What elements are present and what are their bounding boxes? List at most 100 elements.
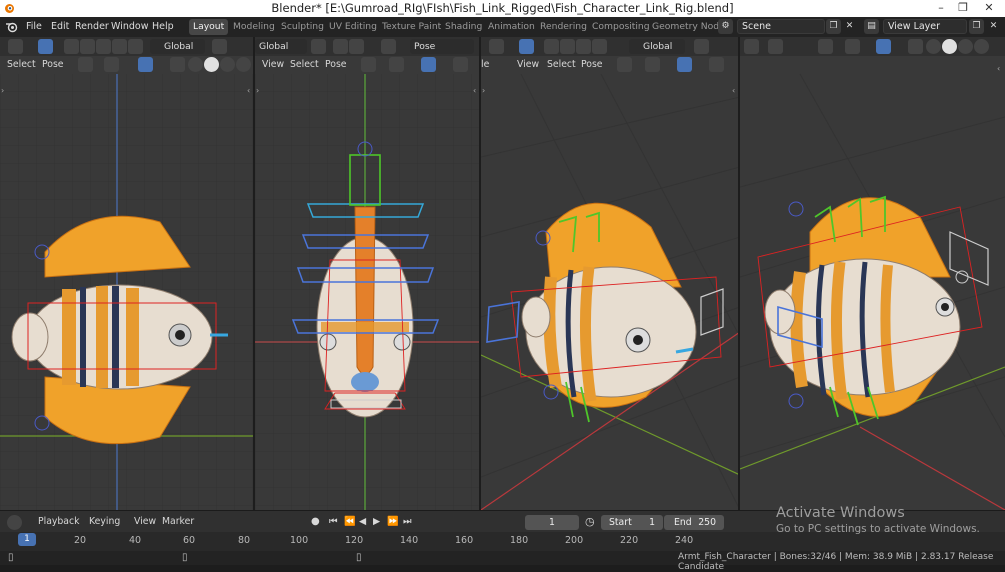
overlay-icon[interactable]	[421, 57, 436, 72]
select-mode-extend-icon[interactable]	[560, 39, 575, 54]
sidebar-expand-icon[interactable]: ‹	[732, 86, 738, 96]
tab-texture-paint[interactable]: Texture Paint	[378, 19, 445, 35]
select-tool-icon[interactable]	[38, 39, 53, 54]
overlay-icon[interactable]	[677, 57, 692, 72]
tab-layout[interactable]: Layout	[189, 19, 229, 35]
view-layer-new-icon[interactable]: ❐	[969, 19, 984, 34]
menu-render[interactable]: Render	[75, 21, 109, 32]
gizmo-icon[interactable]	[645, 57, 660, 72]
pivot-icon[interactable]	[694, 39, 709, 54]
menu-marker[interactable]: Marker	[162, 516, 194, 527]
sidebar-expand-icon[interactable]: ‹	[247, 86, 253, 96]
view-layer-remove-icon[interactable]: ✕	[986, 19, 1001, 34]
overlay-icon[interactable]	[876, 39, 891, 54]
menu-playback[interactable]: Playback	[38, 516, 79, 527]
menu-select[interactable]: Select	[547, 57, 576, 72]
tab-modeling[interactable]: Modeling	[229, 19, 279, 35]
current-frame-marker[interactable]: 1	[18, 533, 36, 546]
overlay-icon[interactable]	[138, 57, 153, 72]
menu-select[interactable]: Select	[290, 57, 319, 72]
play-reverse-icon[interactable]: ◀	[359, 516, 366, 527]
menu-edit[interactable]: Edit	[51, 21, 69, 32]
menu-pose[interactable]: Pose	[325, 57, 347, 72]
prev-keyframe-icon[interactable]: ⏪	[344, 516, 356, 527]
tab-shading[interactable]: Shading	[441, 19, 486, 35]
menu-help[interactable]: Help	[152, 21, 174, 32]
menu-keying[interactable]: Keying	[89, 516, 120, 527]
snap-icon[interactable]	[333, 39, 348, 54]
editor-type-icon[interactable]	[8, 39, 23, 54]
xray-icon[interactable]	[709, 57, 724, 72]
visibility-icon[interactable]	[361, 57, 376, 72]
tab-uv-editing[interactable]: UV Editing	[325, 19, 381, 35]
tab-compositing[interactable]: Compositing	[588, 19, 654, 35]
menu-select[interactable]: Select	[7, 57, 36, 72]
view-layer-field[interactable]: View Layer	[883, 19, 967, 34]
shading-material-icon[interactable]	[958, 39, 973, 54]
viewport-left[interactable]: Global Select Pose › ‹	[0, 37, 255, 510]
select-mode-invert-icon[interactable]	[112, 39, 127, 54]
xray-icon[interactable]	[170, 57, 185, 72]
gizmo-icon[interactable]	[104, 57, 119, 72]
close-icon[interactable]: ✕	[974, 0, 1004, 17]
select-mode-subtract-icon[interactable]	[576, 39, 591, 54]
gizmo-icon[interactable]	[845, 39, 860, 54]
visibility-icon[interactable]	[818, 39, 833, 54]
select-mode-extend-icon[interactable]	[80, 39, 95, 54]
pose-options-dropdown[interactable]: Pose Options	[410, 39, 474, 67]
select-tool-icon[interactable]	[519, 39, 534, 54]
shading-wire-icon[interactable]	[188, 57, 203, 72]
orientation-dropdown[interactable]: Global	[150, 39, 205, 54]
frame-ruler[interactable]: 1 20 40 60 80 100 120 140 160 180 200 22…	[0, 532, 1005, 552]
record-icon[interactable]: ●	[311, 516, 320, 527]
mirror-icon[interactable]	[381, 39, 396, 54]
viewport-perspective[interactable]: Global le View Select Pose › ‹	[481, 37, 740, 510]
shading-material-icon[interactable]	[220, 57, 235, 72]
menu-view[interactable]: View	[517, 57, 539, 72]
current-frame-field[interactable]: 1	[525, 515, 579, 530]
shading-render-icon[interactable]	[974, 39, 989, 54]
menu-file[interactable]: File	[26, 21, 42, 32]
pivot-icon[interactable]	[212, 39, 227, 54]
viewport-front-canvas[interactable]	[255, 37, 481, 510]
shading-render-icon[interactable]	[236, 57, 251, 72]
select-mode-subtract-icon[interactable]	[96, 39, 111, 54]
visibility-icon[interactable]	[617, 57, 632, 72]
toolbar-expand-icon[interactable]: ›	[1, 86, 9, 96]
viewport-right-canvas[interactable]	[740, 37, 1005, 510]
select-mode-new-icon[interactable]	[544, 39, 559, 54]
shading-wire-icon[interactable]	[926, 39, 941, 54]
next-keyframe-icon[interactable]: ⏩	[387, 516, 399, 527]
xray-icon[interactable]	[453, 57, 468, 72]
tab-geometry-nodes[interactable]: Geometry Nod	[648, 19, 723, 35]
view-layer-browse-icon[interactable]: ▤	[864, 19, 879, 34]
scene-new-icon[interactable]: ❐	[826, 19, 841, 34]
menu-view[interactable]: View	[134, 516, 156, 527]
toolbar-expand-icon[interactable]: ›	[256, 86, 264, 96]
select-mode-new-icon[interactable]	[64, 39, 79, 54]
shading-solid-icon[interactable]	[942, 39, 957, 54]
sidebar-expand-icon[interactable]: ‹	[997, 64, 1005, 74]
jump-end-icon[interactable]: ⏭	[403, 516, 411, 527]
xray-icon[interactable]	[908, 39, 923, 54]
orientation-dropdown[interactable]: Global	[255, 39, 307, 54]
select-mode-intersect-icon[interactable]	[128, 39, 143, 54]
tab-sculpting[interactable]: Sculpting	[277, 19, 328, 35]
scene-field[interactable]: Scene	[737, 19, 825, 34]
editor-type-icon[interactable]	[489, 39, 504, 54]
start-frame-field[interactable]: Start 1	[601, 515, 663, 530]
scene-browse-icon[interactable]: ⚙	[718, 19, 733, 34]
tab-rendering[interactable]: Rendering	[536, 19, 591, 35]
clock-icon[interactable]: ◷	[585, 515, 595, 528]
sidebar-expand-icon[interactable]: ‹	[473, 86, 479, 96]
viewport-left-canvas[interactable]	[0, 37, 255, 510]
viewport-front[interactable]: Global Pose Options View Select Pose › ‹	[255, 37, 481, 510]
snap-target-icon[interactable]	[349, 39, 364, 54]
snap-icon[interactable]	[744, 39, 759, 54]
pivot-icon[interactable]	[311, 39, 326, 54]
menu-pose[interactable]: Pose	[581, 57, 603, 72]
orientation-dropdown[interactable]: Global	[629, 39, 685, 54]
snap-target-icon[interactable]	[768, 39, 783, 54]
gizmo-icon[interactable]	[389, 57, 404, 72]
play-icon[interactable]: ▶	[373, 516, 380, 527]
